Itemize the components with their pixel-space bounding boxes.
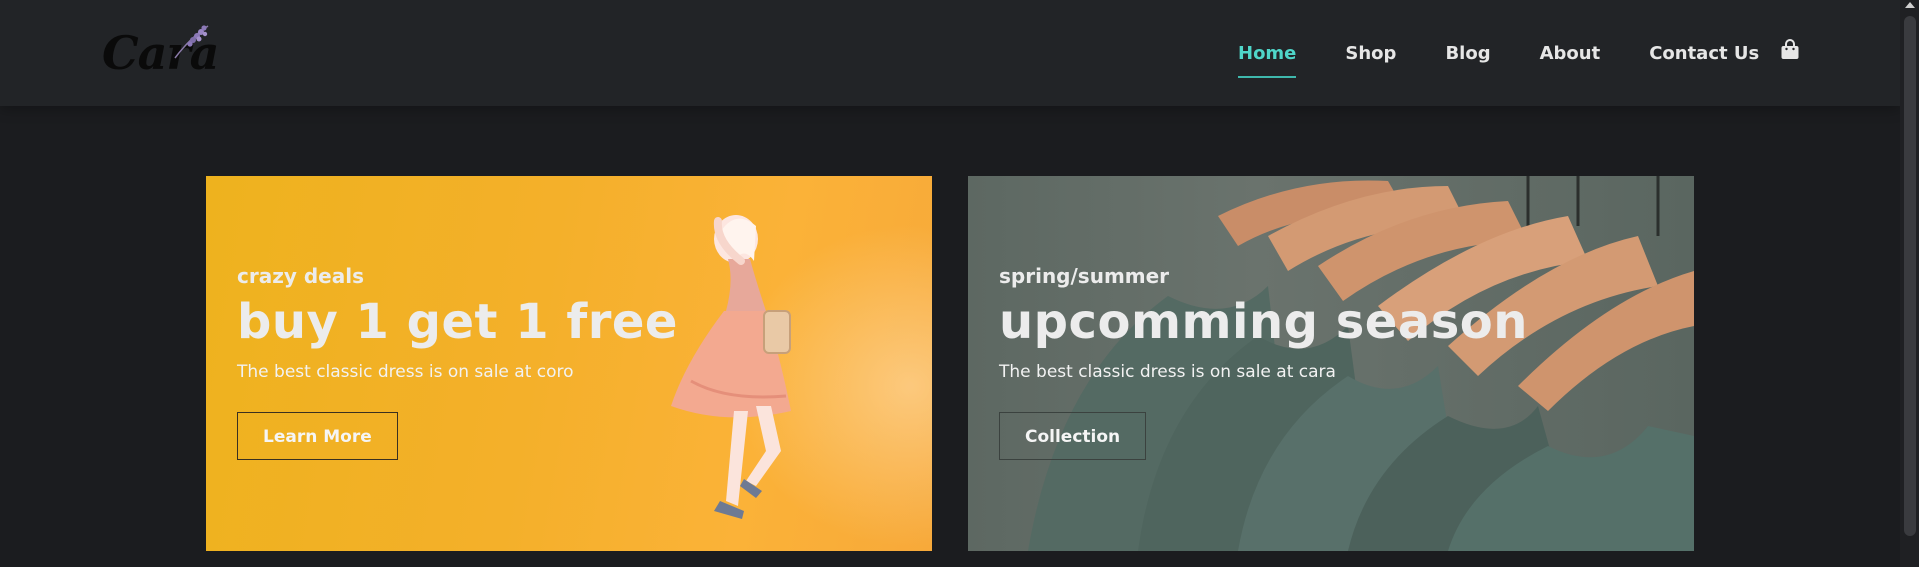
banner-content: spring/summer upcomming season The best … (999, 264, 1528, 460)
banner-subtitle: crazy deals (237, 264, 364, 288)
page-scrollbar[interactable] (1900, 0, 1919, 567)
banner-description: The best classic dress is on sale at car… (999, 362, 1336, 382)
banner-upcomming-season: spring/summer upcomming season The best … (968, 176, 1694, 551)
site-header: Cara Home Shop Blog About Contact Us (0, 0, 1900, 106)
scroll-up-arrow-icon[interactable] (1905, 2, 1915, 8)
nav-contact-us[interactable]: Contact Us (1649, 43, 1759, 64)
nav-blog[interactable]: Blog (1445, 43, 1490, 64)
banner-description: The best classic dress is on sale at cor… (237, 362, 574, 382)
nav-about[interactable]: About (1540, 43, 1601, 64)
banner-title: upcomming season (999, 294, 1528, 350)
scroll-thumb[interactable] (1904, 16, 1916, 536)
logo[interactable]: Cara (100, 18, 230, 80)
collection-button[interactable]: Collection (999, 412, 1147, 460)
nav-home[interactable]: Home (1238, 43, 1297, 78)
shopping-bag-icon[interactable] (1780, 39, 1800, 61)
banner-crazy-deals: crazy deals buy 1 get 1 free The best cl… (206, 176, 932, 551)
nav-shop[interactable]: Shop (1345, 43, 1396, 64)
lavender-sprig-icon (174, 25, 209, 59)
learn-more-button[interactable]: Learn More (237, 412, 398, 460)
banner-title: buy 1 get 1 free (237, 294, 678, 350)
main-nav: Home Shop Blog About Contact Us (1238, 0, 1808, 106)
banner-subtitle: spring/summer (999, 264, 1170, 288)
banner-content: crazy deals buy 1 get 1 free The best cl… (237, 264, 678, 460)
